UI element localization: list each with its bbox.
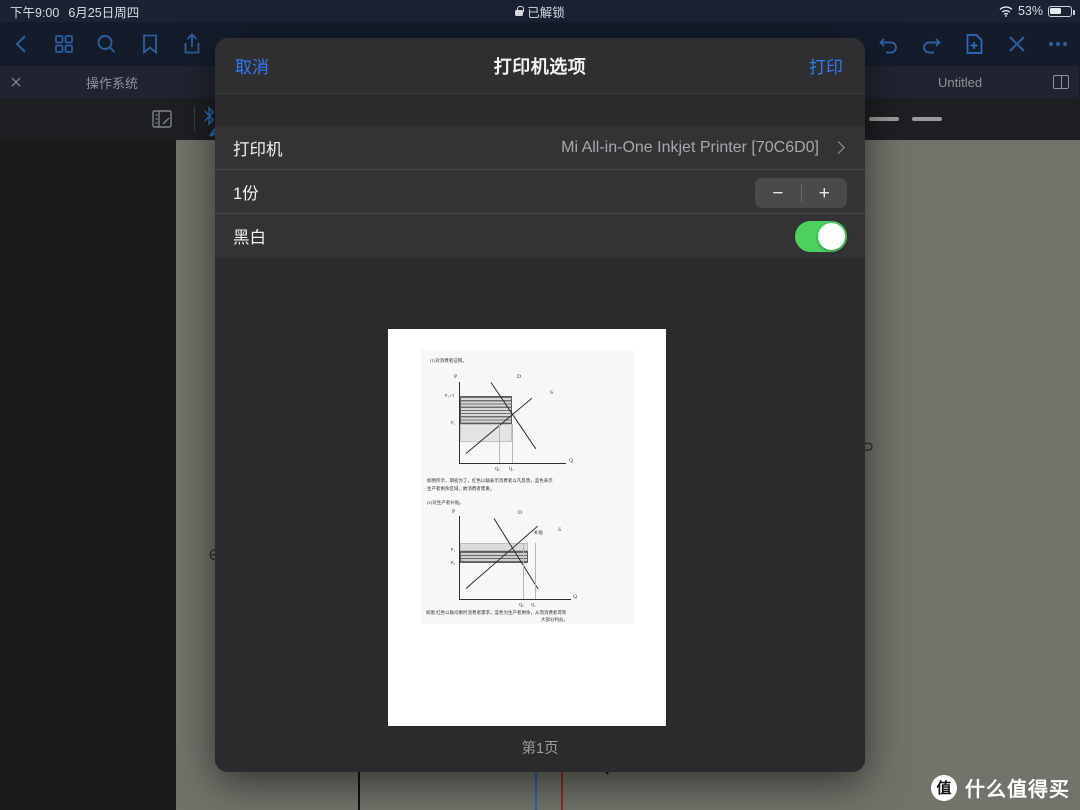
split-view-icon[interactable] <box>1053 75 1069 89</box>
printer-row[interactable]: 打印机 Mi All-in-One Inkjet Printer [70C6D0… <box>215 126 865 170</box>
share-icon[interactable] <box>180 32 204 56</box>
demand-label: D <box>517 374 522 380</box>
guide-line <box>535 543 536 599</box>
battery-icon <box>1048 5 1075 17</box>
toggle-knob <box>818 223 845 250</box>
price-label-low: P₁ <box>451 420 456 425</box>
options-list: 打印机 Mi All-in-One Inkjet Printer [70C6D0… <box>215 126 865 258</box>
blackwhite-label: 黑白 <box>233 229 266 247</box>
blackwhite-row: 黑白 <box>215 214 865 258</box>
printer-value: Mi All-in-One Inkjet Printer [70C6D0] <box>561 138 819 156</box>
status-bar: 下午9:00 6月25日周四 已解锁 53% <box>0 0 1080 22</box>
guide-line <box>512 424 513 463</box>
shaded-region <box>460 424 512 442</box>
bookmark-icon[interactable] <box>138 32 162 56</box>
modal-header: 取消 打印机选项 打印 <box>215 38 865 94</box>
screen: ⊖ ⊃ <box>0 0 1080 810</box>
axis-x-2 <box>459 599 571 600</box>
page-caption: 第1页 <box>521 741 559 757</box>
guide-line <box>523 543 524 599</box>
price-label-low-2: P₀ <box>451 560 456 565</box>
copies-stepper[interactable]: − + <box>755 178 847 208</box>
wifi-icon <box>999 5 1013 17</box>
axis-x <box>459 463 566 464</box>
note-heading-1: (1)对消费者征税。 <box>430 358 467 363</box>
toolbar-divider <box>194 106 195 132</box>
tab-os[interactable]: 操作系统 <box>0 66 225 98</box>
tool-indicator[interactable] <box>869 117 899 121</box>
decrement-button[interactable]: − <box>755 184 801 203</box>
tab-label: 操作系统 <box>85 75 138 91</box>
lock-status-label: 已解锁 <box>527 5 565 20</box>
axis-label-y: P <box>454 374 458 380</box>
preview-area: (1)对消费者征税。 P Q D S P₁+T P₁ Q₀ Q₁ 如图所示，期初… <box>215 265 865 772</box>
grid-icon[interactable] <box>52 32 76 56</box>
undo-icon[interactable] <box>877 32 901 56</box>
status-center: 已解锁 <box>0 2 1080 21</box>
modal-spacer <box>215 94 865 126</box>
scanned-page: (1)对消费者征税。 P Q D S P₁+T P₁ Q₀ Q₁ 如图所示，期初… <box>421 350 634 624</box>
supply-label-2: S <box>558 527 562 533</box>
more-icon[interactable] <box>1046 32 1070 56</box>
print-options-modal: 取消 打印机选项 打印 打印机 Mi All-in-One Inkjet Pri… <box>215 38 865 772</box>
page-preview[interactable]: (1)对消费者征税。 P Q D S P₁+T P₁ Q₀ Q₁ 如图所示，期初… <box>388 329 666 726</box>
quantity-label-0: Q₀ <box>495 466 500 471</box>
axis-label-x-2: Q <box>573 594 578 600</box>
quantity-label-0-2: Q₀ <box>519 602 524 607</box>
note-2: 如图 红色以轴均衡时消费者需求，蓝色为生产者剩余，从而消费者得到 <box>426 610 567 615</box>
tab-label: Untitled <box>938 74 983 90</box>
price-label-high: P₁+T <box>445 393 455 398</box>
price-label-high-2: P₁ <box>451 547 456 552</box>
note-1b: 生产者剩余区域，故消费者需重。 <box>427 486 495 491</box>
shaded-region <box>460 543 528 551</box>
lock-icon <box>515 6 524 16</box>
increment-button[interactable]: + <box>802 184 848 203</box>
axis-label-x: Q <box>569 458 574 464</box>
back-icon[interactable] <box>10 32 34 56</box>
quantity-label-1: Q₁ <box>509 466 514 471</box>
chevron-right-icon[interactable] <box>832 141 845 154</box>
watermark-text: 什么值得买 <box>965 779 1070 801</box>
watermark-badge: 值 <box>931 774 957 801</box>
quantity-label-1-2: Q₁ <box>531 602 536 607</box>
page-layout-icon[interactable] <box>150 108 174 135</box>
print-button[interactable]: 打印 <box>809 53 843 78</box>
close-icon[interactable] <box>10 76 22 88</box>
close-icon[interactable] <box>1005 32 1029 56</box>
copies-label: 1份 <box>233 184 259 203</box>
blackwhite-toggle[interactable] <box>795 221 847 252</box>
battery-percent: 53% <box>1017 4 1043 18</box>
demand-label-2: D <box>518 510 523 516</box>
search-icon[interactable] <box>94 32 118 56</box>
watermark: 值 什么值得买 <box>931 773 1070 802</box>
cancel-button[interactable]: 取消 <box>235 53 269 78</box>
modal-title: 打印机选项 <box>493 56 587 77</box>
note-2b: 大部分利益。 <box>541 617 568 622</box>
subsidy-annotation: 补贴 <box>534 530 543 535</box>
guide-line <box>499 424 500 463</box>
note-heading-2: (2)对生产者补贴。 <box>427 500 464 505</box>
redo-icon[interactable] <box>919 32 943 56</box>
status-right: 53% <box>999 4 1075 18</box>
note-1: 如图所示，期初为了，红色以轴表示消费者以凡反馈，蓝色表示 <box>427 478 553 483</box>
new-page-icon[interactable] <box>962 32 986 56</box>
axis-label-y-2: P <box>452 509 456 515</box>
tool-indicator[interactable] <box>912 117 942 121</box>
printer-label: 打印机 <box>233 140 283 159</box>
supply-label: S <box>550 390 554 396</box>
copies-row: 1份 − + <box>215 170 865 214</box>
